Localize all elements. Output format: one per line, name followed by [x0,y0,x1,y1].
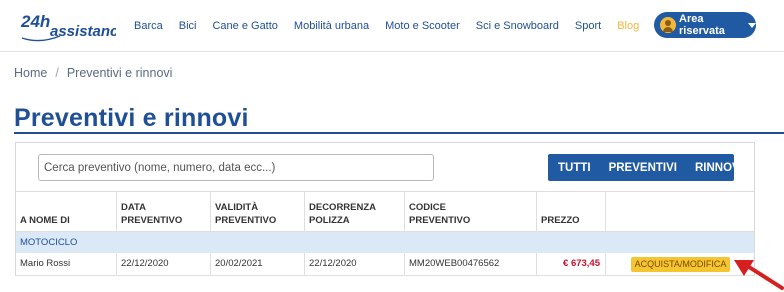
header-codice-preventivo: CODICE PREVENTIVO [405,192,537,232]
nav-blog[interactable]: Blog [617,20,639,32]
filter-rinnovi-button[interactable]: RINNOVI [686,162,752,174]
cell-data-preventivo: 22/12/2020 [117,253,211,275]
breadcrumb-separator: / [55,66,59,80]
breadcrumb: Home / Preventivi e rinnovi [14,66,172,80]
header-a-nome-di: A NOME DI [16,192,117,232]
breadcrumb-home[interactable]: Home [14,66,47,80]
group-row-motociclo: MOTOCICLO [16,232,754,253]
table-row: Mario Rossi 22/12/2020 20/02/2021 22/12/… [16,253,754,276]
nav-barca[interactable]: Barca [134,20,163,32]
header-decorrenza-polizza: DECORRENZA POLIZZA [305,192,405,232]
red-arrow-icon [734,260,784,290]
header-prezzo: PREZZO [537,192,606,232]
breadcrumb-current: Preventivi e rinnovi [66,66,173,80]
area-riservata-label: Area riservata [679,13,725,37]
filter-tutti-button[interactable]: TUTTI [548,162,600,174]
search-input[interactable] [38,154,434,181]
filter-button-group: TUTTI PREVENTIVI RINNOVI [548,154,743,181]
main-nav: Barca Bici Cane e Gatto Mobilità urbana … [134,20,655,32]
svg-text:assistance: assistance [50,23,116,40]
area-riservata-button[interactable]: Area riservata [654,12,756,38]
svg-text:24h: 24h [20,12,50,31]
cell-decorrenza: 22/12/2020 [305,253,405,275]
cell-name: Mario Rossi [16,253,117,275]
acquista-modifica-button[interactable]: ACQUISTA/MODIFICA [631,257,730,272]
header-action [606,192,754,232]
nav-sport[interactable]: Sport [575,20,601,32]
header-data-preventivo: DATA PREVENTIVO [117,192,211,232]
cell-prezzo: € 673,45 [537,253,606,275]
preventivi-table: A NOME DI DATA PREVENTIVO VALIDITÀ PREVENT… [16,191,754,276]
table-header-row: A NOME DI DATA PREVENTIVO VALIDITÀ PREVENT… [16,191,754,232]
nav-mobilita-urbana[interactable]: Mobilità urbana [294,20,369,32]
24h-assistance-logo[interactable]: 24h assistance [20,10,116,42]
user-icon [660,17,676,33]
header-validita-preventivo: VALIDITÀ PREVENTIVO [211,192,305,232]
top-header: 24h assistance Barca Bici Cane e Gatto M… [0,0,784,52]
title-underline [14,132,784,134]
preventivi-panel: TUTTI PREVENTIVI RINNOVI A NOME DI DATAP… [15,142,755,276]
filter-preventivi-button[interactable]: PREVENTIVI [600,162,686,174]
nav-sci-e-snowboard[interactable]: Sci e Snowboard [476,20,559,32]
page-title: Preventivi e rinnovi [14,104,249,132]
cell-codice: MM20WEB00476562 [405,253,537,275]
nav-cane-e-gatto[interactable]: Cane e Gatto [212,20,277,32]
cell-validita: 20/02/2021 [211,253,305,275]
nav-bici[interactable]: Bici [179,20,197,32]
nav-moto-e-scooter[interactable]: Moto e Scooter [385,20,460,32]
caret-down-icon [748,22,756,28]
